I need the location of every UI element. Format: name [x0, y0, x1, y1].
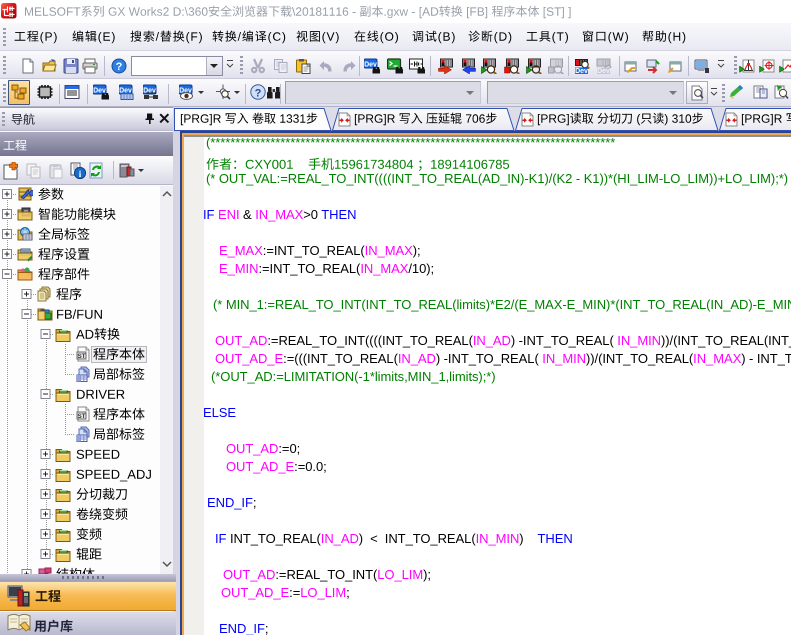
svg-text:?: ?: [255, 88, 262, 100]
svg-text:?: ?: [116, 61, 123, 73]
svg-text:Dev: Dev: [597, 68, 610, 74]
svg-text:Dev: Dev: [119, 88, 132, 95]
svg-text:Dev: Dev: [575, 68, 588, 74]
svg-text:ST: ST: [77, 413, 85, 420]
svg-text:ST: ST: [77, 353, 85, 360]
